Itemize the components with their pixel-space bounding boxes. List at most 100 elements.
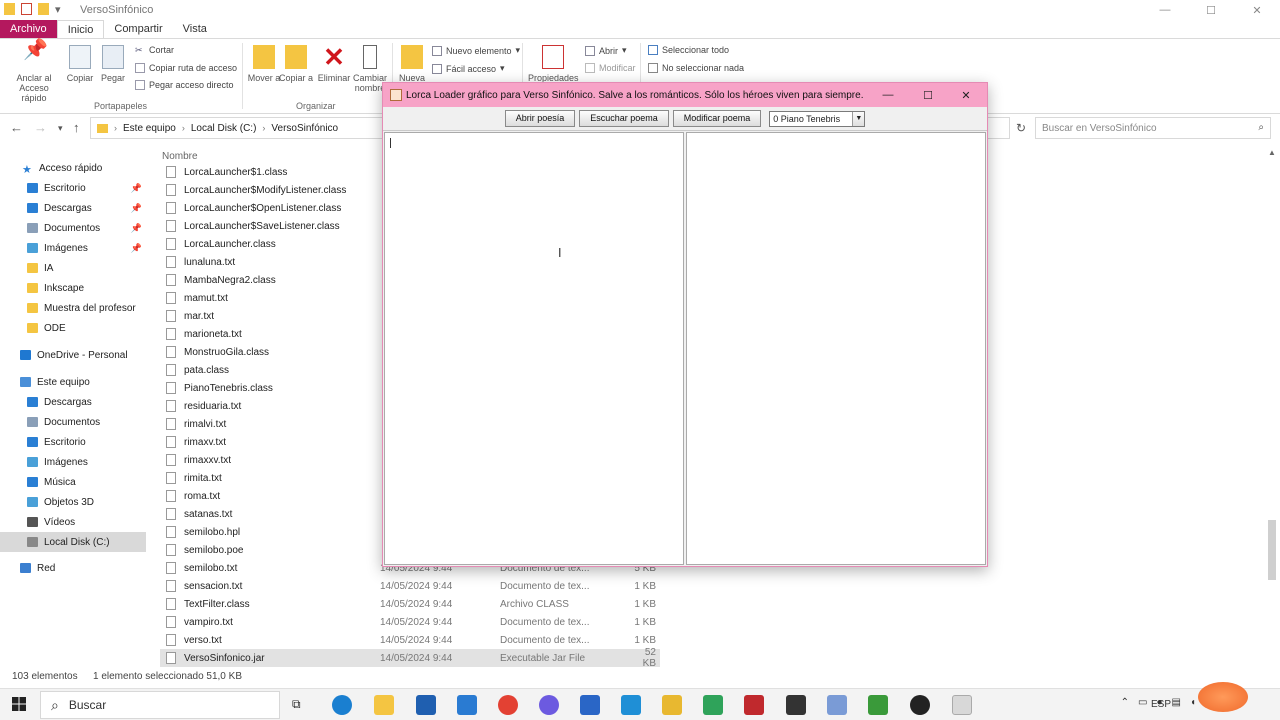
breadcrumb-este-equipo[interactable]: Este equipo	[123, 123, 176, 134]
file-explorer-icon[interactable]	[374, 695, 394, 715]
refresh-icon[interactable]: ↻	[1016, 121, 1026, 135]
recent-chevron-icon[interactable]: ▾	[58, 123, 63, 134]
nav-item-pc-2[interactable]: Escritorio	[0, 432, 146, 452]
modify-poem-button[interactable]: Modificar poema	[672, 110, 762, 127]
scroll-up-icon[interactable]: ▲	[1268, 148, 1276, 157]
poem-text-area[interactable]: I	[384, 132, 684, 565]
chevron-down-icon[interactable]: ▼	[852, 111, 865, 126]
app-icon[interactable]	[868, 695, 888, 715]
nav-item-pc-3[interactable]: Imágenes	[0, 452, 146, 472]
nav-quick-access[interactable]: ★ Acceso rápido	[22, 158, 168, 178]
mail-icon[interactable]	[457, 695, 477, 715]
pin-icon[interactable]: 📌	[131, 203, 142, 214]
file-row[interactable]: TextFilter.class 14/05/2024 9:44 Archivo C…	[160, 595, 660, 613]
nav-item-pc-4[interactable]: Música	[0, 472, 146, 492]
open-button[interactable]: Abrir ▾	[585, 45, 627, 56]
nav-item-quick-0[interactable]: Escritorio 📌	[0, 178, 146, 198]
vertical-scrollbar[interactable]: ▲	[1266, 148, 1278, 663]
paste-shortcut-button[interactable]: Pegar acceso directo	[135, 80, 234, 90]
battery-icon[interactable]: ▭	[1138, 697, 1147, 708]
language-indicator[interactable]: ESP	[1151, 699, 1171, 710]
nav-item-pc-7[interactable]: Local Disk (C:)	[0, 532, 146, 552]
app-icon[interactable]	[786, 695, 806, 715]
copilot-icon[interactable]	[539, 695, 559, 715]
task-view-icon[interactable]: ⧉	[292, 697, 301, 712]
volume-icon[interactable]: ◖	[1190, 697, 1196, 708]
properties-icon[interactable]	[21, 3, 32, 15]
listen-poem-button[interactable]: Escuchar poema	[579, 110, 669, 127]
java-icon[interactable]	[952, 695, 972, 715]
forward-arrow-icon[interactable]: →	[34, 120, 47, 135]
paste-button[interactable]: Pegar	[93, 43, 133, 83]
nav-item-quick-1[interactable]: Descargas 📌	[0, 198, 146, 218]
edit-button[interactable]: Modificar	[585, 63, 636, 73]
store-icon[interactable]	[416, 695, 436, 715]
scrollbar-thumb[interactable]	[1268, 520, 1276, 580]
taskbar-search[interactable]: ⌕ Buscar	[40, 691, 280, 719]
app-icon[interactable]	[827, 695, 847, 715]
select-none-button[interactable]: No seleccionar nada	[648, 63, 744, 73]
network-icon[interactable]: ▤	[1172, 697, 1181, 708]
nav-this-pc[interactable]: Este equipo	[0, 372, 146, 392]
nav-item-quick-4[interactable]: IA	[0, 258, 146, 278]
column-header-name[interactable]: Nombre	[162, 151, 198, 162]
pin-icon[interactable]: 📌	[131, 183, 142, 194]
tab-inicio[interactable]: Inicio	[56, 20, 105, 38]
file-row[interactable]: vampiro.txt 14/05/2024 9:44 Documento de t…	[160, 613, 660, 631]
new-folder-icon[interactable]	[38, 3, 49, 15]
easy-access-button[interactable]: Fácil acceso ▾	[432, 63, 505, 74]
copy-path-button[interactable]: Copiar ruta de acceso	[135, 63, 237, 73]
minimize-button[interactable]: —	[1142, 0, 1188, 20]
poem-select[interactable]: 0 Piano Tenebris ▼	[769, 110, 866, 127]
word-icon[interactable]	[580, 695, 600, 715]
pin-icon[interactable]: 📌	[131, 243, 142, 254]
breadcrumb-local-disk[interactable]: Local Disk (C:)	[191, 123, 257, 134]
windows-start-icon[interactable]	[12, 697, 26, 711]
layers-icon[interactable]	[703, 695, 723, 715]
chevron-down-icon[interactable]: ▾	[55, 3, 61, 16]
nav-item-pc-1[interactable]: Documentos	[0, 412, 146, 432]
dialog-titlebar[interactable]: Lorca Loader gráfico para Verso Sinfónic…	[383, 83, 987, 107]
maximize-button[interactable]: ☐	[1188, 0, 1234, 20]
tab-archivo[interactable]: Archivo	[0, 20, 57, 38]
nav-item-pc-0[interactable]: Descargas	[0, 392, 146, 412]
new-item-button[interactable]: Nuevo elemento ▾	[432, 45, 520, 56]
pin-icon[interactable]: 📌	[131, 223, 142, 234]
back-arrow-icon[interactable]: ←	[10, 120, 23, 135]
chevron-up-icon[interactable]: ⌃	[1121, 697, 1129, 708]
nav-item-quick-6[interactable]: Muestra del profesor	[0, 298, 146, 318]
nav-item-pc-6[interactable]: Vídeos	[0, 512, 146, 532]
up-arrow-icon[interactable]: ↑	[73, 120, 80, 135]
search-input[interactable]: Buscar en VersoSinfónico ⌕	[1035, 117, 1271, 139]
nav-network[interactable]: Red	[0, 558, 146, 578]
app-icon[interactable]	[662, 695, 682, 715]
pin-quick-access-button[interactable]: 📌 Anclar al Acceso rápido	[10, 40, 58, 103]
edge-icon[interactable]	[332, 695, 352, 715]
acrobat-icon[interactable]	[744, 695, 764, 715]
nav-item-quick-3[interactable]: Imágenes 📌	[0, 238, 146, 258]
chrome-icon[interactable]	[498, 695, 518, 715]
nav-item-quick-2[interactable]: Documentos 📌	[0, 218, 146, 238]
nav-item-quick-5[interactable]: Inkscape	[0, 278, 146, 298]
file-row[interactable]: VersoSinfonico.jar 14/05/2024 9:44 Executa…	[160, 647, 660, 669]
close-button[interactable]: ✕	[1234, 0, 1280, 20]
breadcrumb-versosinfonico[interactable]: VersoSinfónico	[271, 123, 338, 134]
prime-video-icon[interactable]	[621, 695, 641, 715]
dialog-maximize-button[interactable]: ☐	[909, 83, 947, 107]
nav-item-pc-5[interactable]: Objetos 3D	[0, 492, 146, 512]
new-folder-button[interactable]: Nueva	[392, 43, 432, 83]
app-icon[interactable]	[910, 695, 930, 715]
select-all-button[interactable]: Seleccionar todo	[648, 45, 729, 55]
file-row[interactable]: verso.txt 14/05/2024 9:44 Documento de tex…	[160, 631, 660, 649]
nav-onedrive[interactable]: OneDrive - Personal	[0, 345, 146, 365]
delete-button[interactable]: ✕ Eliminar	[314, 43, 354, 83]
open-poem-button[interactable]: Abrir poesía	[504, 110, 576, 127]
file-row[interactable]: sensacion.txt 14/05/2024 9:44 Documento de…	[160, 577, 660, 595]
dialog-close-button[interactable]: ✕	[947, 83, 985, 107]
poem-output-area[interactable]	[686, 132, 986, 565]
cut-button[interactable]: ✂ Cortar	[135, 45, 174, 55]
tab-compartir[interactable]: Compartir	[104, 20, 172, 38]
nav-item-quick-7[interactable]: ODE	[0, 318, 146, 338]
dialog-minimize-button[interactable]: —	[869, 83, 907, 107]
copy-to-button[interactable]: Copiar a	[276, 43, 316, 83]
